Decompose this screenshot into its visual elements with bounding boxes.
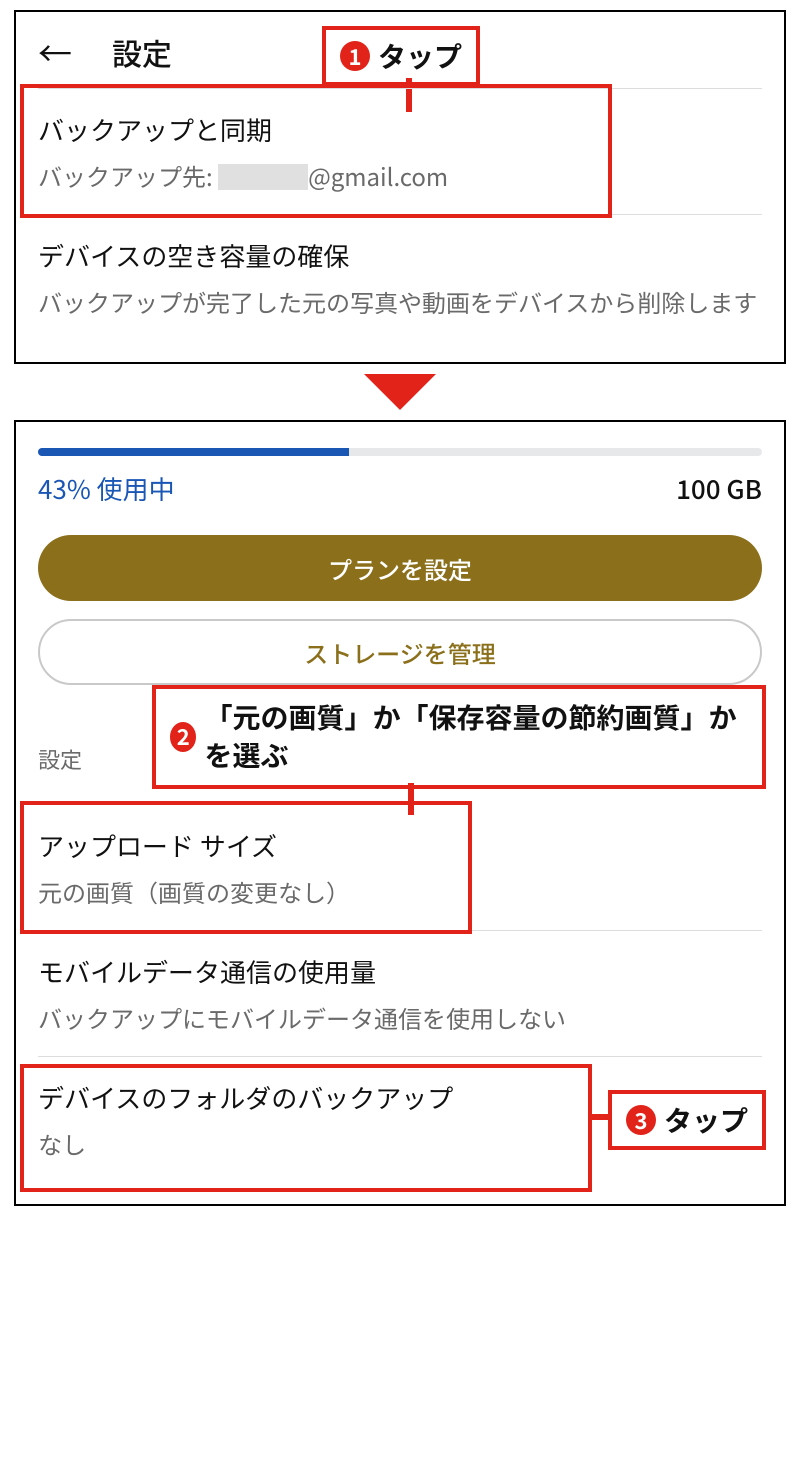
set-plan-button[interactable]: プランを設定: [38, 535, 762, 601]
callout-2-number: 2: [170, 722, 196, 752]
mobile-data-sub: バックアップにモバイルデータ通信を使用しない: [38, 1000, 762, 1036]
page-title: 設定: [112, 30, 172, 74]
backup-sync-wrapper: バックアップと同期 バックアップ先: @gmail.com: [38, 88, 762, 214]
callout-3: 3 タップ: [608, 1090, 766, 1150]
callout-2-text: 「元の画質」か「保存容量の節約画質」かを選ぶ: [204, 699, 748, 775]
annotation-box-2: [20, 801, 472, 934]
settings-panel-1: ← 設定 1 タップ バックアップと同期 バックアップ先: @gmail.com…: [14, 10, 786, 364]
callout-1-text: タップ: [378, 36, 462, 76]
storage-line: 43% 使用中 100 GB: [38, 470, 762, 507]
callout-3-number: 3: [626, 1105, 656, 1135]
annotation-box-1: [20, 84, 612, 218]
back-icon[interactable]: ←: [38, 35, 72, 69]
callout-2: 2 「元の画質」か「保存容量の節約画質」かを選ぶ: [152, 685, 766, 789]
set-plan-label: プランを設定: [328, 551, 472, 586]
section-header-wrap: 設定 2 「元の画質」か「保存容量の節約画質」かを選ぶ: [38, 685, 762, 805]
callout-1-number: 1: [340, 41, 370, 71]
callout-3-text: タップ: [664, 1100, 748, 1140]
callout-1: 1 タップ: [322, 26, 480, 86]
mobile-data-title: モバイルデータ通信の使用量: [38, 953, 762, 990]
device-folders-wrapper: デバイスのフォルダのバックアップ なし 3 タップ: [38, 1056, 762, 1182]
row-mobile-data[interactable]: モバイルデータ通信の使用量 バックアップにモバイルデータ通信を使用しない: [38, 930, 762, 1056]
free-space-title: デバイスの空き容量の確保: [38, 237, 762, 274]
free-space-sub: バックアップが完了した元の写真や動画をデバイスから削除します: [38, 284, 762, 320]
storage-progress-fill: [38, 448, 349, 456]
manage-storage-button[interactable]: ストレージを管理: [38, 619, 762, 685]
storage-total-text: 100 GB: [676, 470, 762, 507]
down-arrow-icon: [364, 374, 436, 410]
storage-progress-track: [38, 448, 762, 456]
manage-storage-label: ストレージを管理: [304, 635, 496, 670]
section-label-settings: 設定: [38, 743, 82, 775]
settings-panel-2: 43% 使用中 100 GB プランを設定 ストレージを管理 設定 2 「元の画…: [14, 420, 786, 1206]
storage-usage-text: 43% 使用中: [38, 470, 175, 507]
row-free-up-space[interactable]: デバイスの空き容量の確保 バックアップが完了した元の写真や動画をデバイスから削除…: [38, 214, 762, 340]
upload-size-wrapper: アップロード サイズ 元の画質（画質の変更なし）: [38, 805, 762, 930]
annotation-box-3: [20, 1064, 592, 1192]
